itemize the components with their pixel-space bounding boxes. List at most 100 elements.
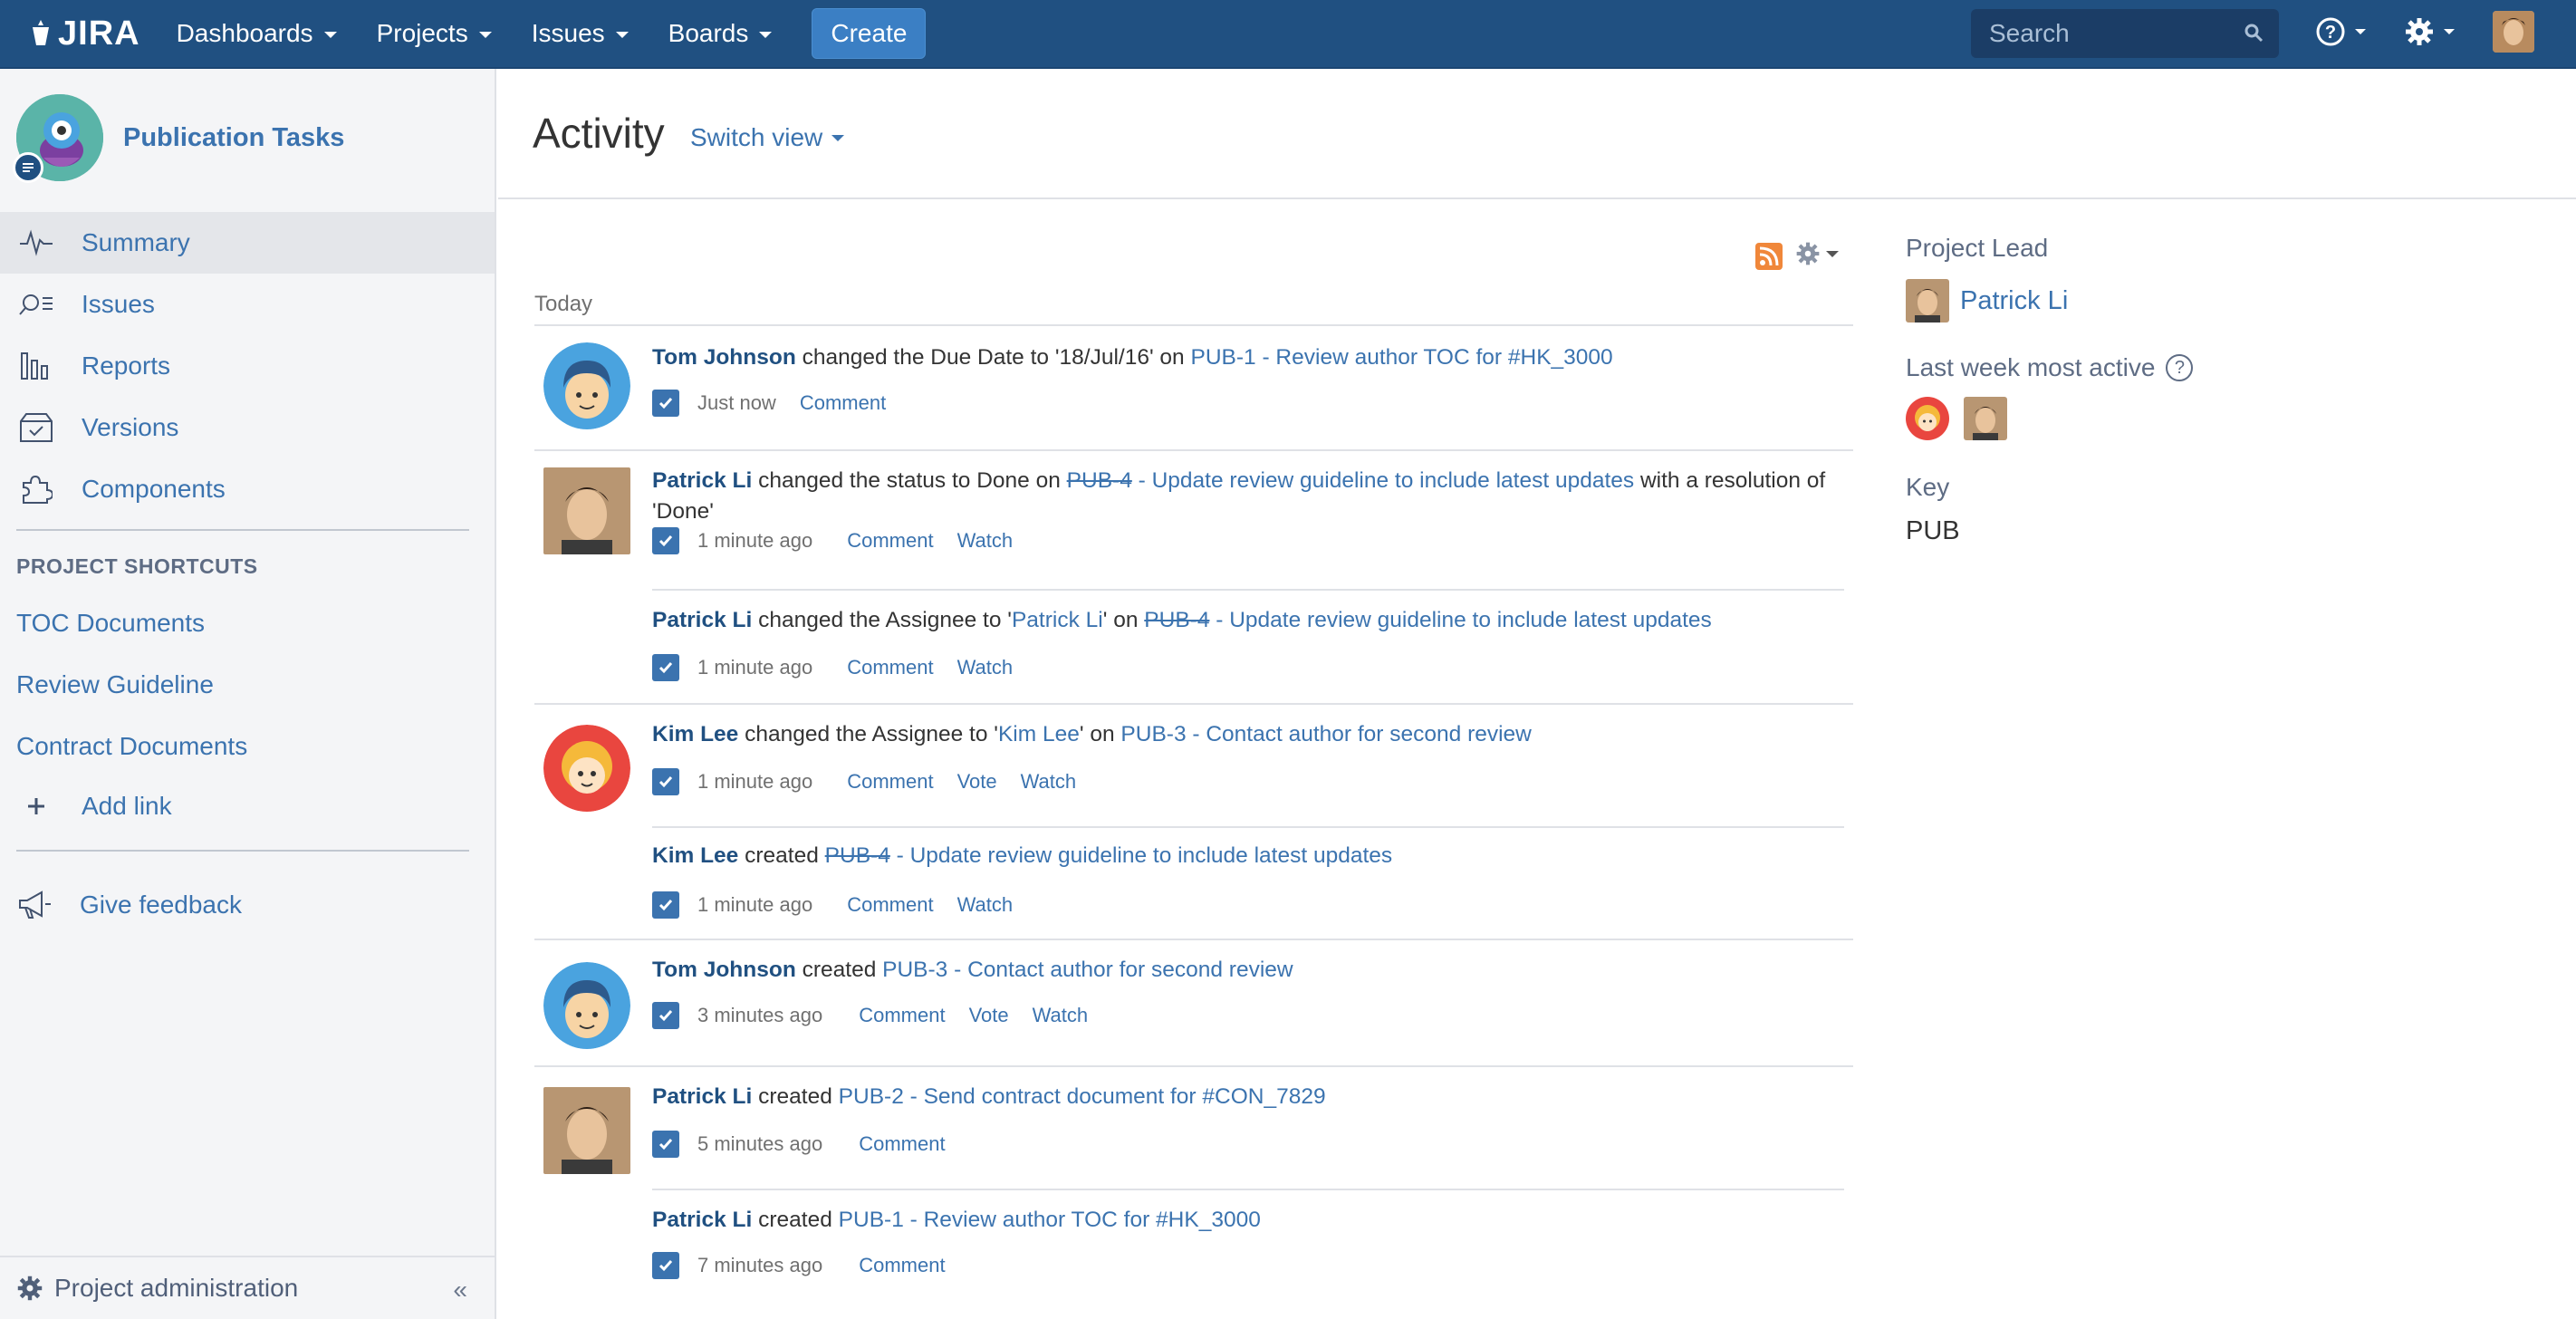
vote-action[interactable]: Vote: [957, 770, 997, 794]
comment-action[interactable]: Comment: [847, 529, 933, 553]
switch-view-label: Switch view: [690, 123, 823, 151]
most-active-label: Last week most active ?: [1906, 353, 2194, 382]
comment-action[interactable]: Comment: [800, 391, 886, 415]
activity-user-link[interactable]: Kim Lee: [652, 843, 738, 868]
activity-meta: Just now Comment: [652, 390, 886, 417]
avatar-tom-johnson[interactable]: [543, 342, 630, 429]
stream-settings-menu[interactable]: [1795, 241, 1839, 266]
issue-link[interactable]: PUB-1 - Review author TOC for #HK_3000: [1191, 345, 1613, 370]
issue-link[interactable]: - Update review guideline to include lat…: [890, 843, 1393, 868]
jira-logo[interactable]: JIRA: [27, 14, 140, 53]
shortcut-toc-documents[interactable]: TOC Documents: [16, 609, 205, 638]
activity-timestamp: 1 minute ago: [697, 656, 813, 679]
activity-user-link[interactable]: Kim Lee: [652, 722, 738, 746]
watch-action[interactable]: Watch: [957, 529, 1014, 553]
issue-link[interactable]: PUB-3 - Contact author for second review: [1120, 722, 1531, 746]
rss-icon[interactable]: [1755, 243, 1783, 270]
project-lead-label: Project Lead: [1906, 234, 2049, 262]
sidebar-item-versions[interactable]: Versions: [0, 397, 495, 458]
nav-projects-label: Projects: [376, 19, 468, 47]
gear-icon: [17, 1276, 43, 1301]
avatar-patrick-li[interactable]: [543, 1087, 630, 1174]
activity-user-link[interactable]: Tom Johnson: [652, 958, 796, 982]
project-administration[interactable]: Project administration «: [0, 1256, 495, 1319]
vote-action[interactable]: Vote: [969, 1004, 1009, 1027]
give-feedback-button[interactable]: Give feedback: [16, 890, 242, 920]
issue-key-resolved[interactable]: PUB-4: [825, 843, 890, 868]
help-icon[interactable]: ?: [2166, 354, 2194, 381]
sidebar-item-components[interactable]: Components: [0, 458, 495, 520]
search-input[interactable]: Search: [1971, 9, 2279, 58]
activity-text: Tom Johnson changed the Due Date to '18/…: [652, 342, 1830, 373]
comment-action[interactable]: Comment: [859, 1254, 945, 1277]
activity-timestamp: 1 minute ago: [697, 529, 813, 552]
activity-meta: 1 minute ago Comment Watch: [652, 891, 1013, 919]
project-lead[interactable]: Patrick Li: [1906, 279, 2068, 323]
issue-link[interactable]: - Update review guideline to include lat…: [1132, 468, 1635, 493]
comment-action[interactable]: Comment: [859, 1132, 945, 1156]
sidebar-item-summary[interactable]: Summary: [0, 212, 495, 274]
activity-entry: Tom Johnson created PUB-3 - Contact auth…: [534, 940, 1853, 1064]
activity-text: Patrick Li created PUB-1 - Review author…: [652, 1205, 1830, 1236]
comment-action[interactable]: Comment: [847, 893, 933, 917]
nav-dashboards[interactable]: Dashboards: [177, 19, 337, 48]
puzzle-icon: [18, 471, 54, 507]
search-icon: [2244, 24, 2264, 43]
activity-timestamp: Just now: [697, 391, 776, 414]
activity-entry: Patrick Li changed the Assignee to 'Patr…: [534, 591, 1853, 703]
activity-user-link[interactable]: Tom Johnson: [652, 345, 796, 370]
sidebar-item-issues[interactable]: Issues: [0, 274, 495, 335]
activity-user-link[interactable]: Patrick Li: [652, 608, 752, 632]
activity-user-link[interactable]: Patrick Li: [652, 1208, 752, 1232]
activity-text: Patrick Li changed the status to Done on…: [652, 466, 1830, 527]
add-link-button[interactable]: Add link: [16, 792, 172, 821]
watch-action[interactable]: Watch: [1033, 1004, 1089, 1027]
switch-view-dropdown[interactable]: Switch view: [690, 123, 845, 152]
issue-link[interactable]: - Update review guideline to include lat…: [1209, 608, 1712, 632]
project-avatar[interactable]: [13, 94, 103, 183]
assignee-link[interactable]: Kim Lee: [998, 722, 1080, 746]
sidebar-item-reports[interactable]: Reports: [0, 335, 495, 397]
collapse-sidebar-icon[interactable]: «: [453, 1276, 467, 1305]
comment-action[interactable]: Comment: [859, 1004, 945, 1027]
help-menu[interactable]: ?: [2315, 16, 2366, 47]
shortcut-review-guideline[interactable]: Review Guideline: [16, 670, 214, 699]
activity-meta: 5 minutes ago Comment: [652, 1131, 946, 1158]
sidebar-item-label: Issues: [82, 290, 155, 318]
avatar-patrick-li[interactable]: [1964, 397, 2007, 440]
activity-user-link[interactable]: Patrick Li: [652, 468, 752, 493]
avatar-kim-lee[interactable]: [1906, 397, 1949, 440]
activity-user-link[interactable]: Patrick Li: [652, 1084, 752, 1109]
avatar-tom-johnson[interactable]: [543, 962, 630, 1049]
nav-issues[interactable]: Issues: [532, 19, 629, 48]
activity-text: Tom Johnson created PUB-3 - Contact auth…: [652, 955, 1830, 986]
avatar-photo-icon: [543, 1087, 630, 1174]
assignee-link[interactable]: Patrick Li: [1012, 608, 1103, 632]
avatar-patrick-li[interactable]: [543, 467, 630, 554]
project-key-label: Key: [1906, 473, 1950, 501]
comment-action[interactable]: Comment: [847, 656, 933, 679]
shortcut-contract-documents[interactable]: Contract Documents: [16, 732, 247, 761]
create-button[interactable]: Create: [812, 8, 927, 59]
activity-timestamp: 1 minute ago: [697, 770, 813, 793]
avatar-boy-icon: [543, 962, 630, 1049]
watch-action[interactable]: Watch: [957, 656, 1014, 679]
user-avatar[interactable]: [2493, 11, 2534, 53]
comment-action[interactable]: Comment: [847, 770, 933, 794]
project-title[interactable]: Publication Tasks: [123, 123, 344, 153]
issue-link[interactable]: PUB-1 - Review author TOC for #HK_3000: [839, 1208, 1261, 1232]
activity-timestamp: 5 minutes ago: [697, 1132, 823, 1155]
page-header: Activity Switch view: [498, 69, 2576, 199]
issue-link[interactable]: PUB-2 - Send contract document for #CON_…: [839, 1084, 1326, 1109]
nav-projects[interactable]: Projects: [377, 19, 492, 48]
watch-action[interactable]: Watch: [957, 893, 1014, 917]
issue-link[interactable]: PUB-3 - Contact author for second review: [882, 958, 1293, 982]
nav-boards[interactable]: Boards: [668, 19, 773, 48]
watch-action[interactable]: Watch: [1021, 770, 1077, 794]
issue-key-resolved[interactable]: PUB-4: [1067, 468, 1132, 493]
issue-type-task-icon: [652, 1252, 679, 1279]
avatar-kim-lee[interactable]: [543, 725, 630, 812]
settings-menu[interactable]: [2404, 16, 2455, 47]
issue-key-resolved[interactable]: PUB-4: [1144, 608, 1209, 632]
activity-entry: Patrick Li changed the status to Done on…: [534, 451, 1853, 592]
